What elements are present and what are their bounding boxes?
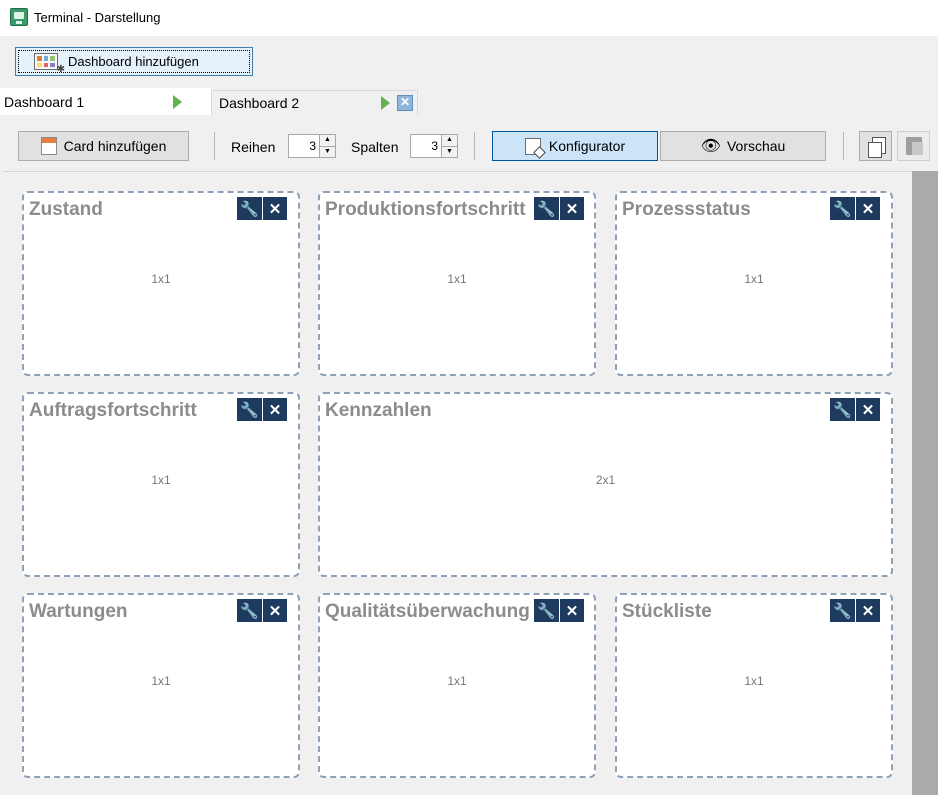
- rows-decrease-icon[interactable]: ▼: [320, 146, 335, 157]
- columns-increase-icon[interactable]: ▲: [442, 135, 457, 147]
- card-size: 1x1: [744, 272, 764, 286]
- terminal-app-icon: [10, 8, 28, 26]
- card-size: 1x1: [447, 674, 467, 688]
- wrench-icon[interactable]: 🔧: [534, 197, 559, 220]
- card-title: Stückliste: [622, 601, 712, 622]
- window-title: Terminal - Darstellung: [34, 10, 161, 25]
- card-actions: 🔧 ✕: [830, 197, 880, 220]
- wrench-icon[interactable]: 🔧: [534, 599, 559, 622]
- close-icon[interactable]: ✕: [559, 599, 584, 622]
- close-icon[interactable]: ✕: [262, 197, 287, 220]
- tab-dashboard-2[interactable]: Dashboard 2 ✕: [211, 90, 418, 115]
- add-card-icon: [40, 137, 57, 155]
- rows-spinner[interactable]: 3 ▲ ▼: [288, 134, 336, 158]
- close-icon[interactable]: ✕: [855, 599, 880, 622]
- card-title: Qualitätsüberwachung: [325, 601, 530, 622]
- close-tab-icon[interactable]: ✕: [397, 95, 413, 111]
- close-icon[interactable]: ✕: [559, 197, 584, 220]
- columns-value[interactable]: 3: [411, 139, 441, 153]
- card-produktionsfortschritt[interactable]: Produktionsfortschritt 🔧 ✕ 1x1: [318, 191, 596, 376]
- card-prozessstatus[interactable]: Prozessstatus 🔧 ✕ 1x1: [615, 191, 893, 376]
- configurator-icon: [524, 137, 541, 155]
- columns-label: Spalten: [351, 139, 399, 155]
- card-zustand[interactable]: Zustand 🔧 ✕ 1x1: [22, 191, 300, 376]
- card-size: 1x1: [447, 272, 467, 286]
- configurator-label: Konfigurator: [548, 138, 626, 154]
- wrench-icon[interactable]: 🔧: [237, 398, 262, 421]
- wrench-icon[interactable]: 🔧: [830, 599, 855, 622]
- toolbar-separator: [474, 132, 475, 160]
- columns-decrease-icon[interactable]: ▼: [442, 146, 457, 157]
- wrench-icon[interactable]: 🔧: [237, 599, 262, 622]
- play-arrow-icon[interactable]: [173, 95, 182, 109]
- toolbar-separator: [843, 132, 844, 160]
- columns-spinner[interactable]: 3 ▲ ▼: [410, 134, 458, 158]
- card-kennzahlen[interactable]: Kennzahlen 🔧 ✕ 2x1: [318, 392, 893, 577]
- rows-value[interactable]: 3: [289, 139, 319, 153]
- card-actions: 🔧 ✕: [237, 197, 287, 220]
- add-dashboard-button[interactable]: ✱ Dashboard hinzufügen: [15, 47, 253, 76]
- card-actions: 🔧 ✕: [237, 599, 287, 622]
- add-dashboard-label: Dashboard hinzufügen: [68, 54, 199, 69]
- close-icon[interactable]: ✕: [855, 398, 880, 421]
- wrench-icon[interactable]: 🔧: [237, 197, 262, 220]
- card-actions: 🔧 ✕: [534, 599, 584, 622]
- card-size: 1x1: [744, 674, 764, 688]
- card-size: 1x1: [151, 473, 171, 487]
- card-actions: 🔧 ✕: [830, 398, 880, 421]
- tab-label: Dashboard 1: [4, 94, 85, 110]
- wrench-icon[interactable]: 🔧: [830, 197, 855, 220]
- card-title: Kennzahlen: [325, 400, 432, 421]
- copy-button[interactable]: [859, 131, 892, 161]
- close-icon[interactable]: ✕: [262, 398, 287, 421]
- configurator-button[interactable]: Konfigurator: [492, 131, 658, 161]
- card-wartungen[interactable]: Wartungen 🔧 ✕ 1x1: [22, 593, 300, 778]
- add-card-button[interactable]: Card hinzufügen: [18, 131, 189, 161]
- tab-label: Dashboard 2: [219, 95, 300, 111]
- preview-button[interactable]: 👁 Vorschau: [660, 131, 826, 161]
- dashboard-tabs: Dashboard 1 Dashboard 2 ✕: [0, 88, 938, 116]
- toolbar-separator: [214, 132, 215, 160]
- eye-icon: 👁: [700, 138, 721, 155]
- close-icon[interactable]: ✕: [262, 599, 287, 622]
- card-stueckliste[interactable]: Stückliste 🔧 ✕ 1x1: [615, 593, 893, 778]
- wrench-icon[interactable]: 🔧: [830, 398, 855, 421]
- card-actions: 🔧 ✕: [237, 398, 287, 421]
- paste-icon: [906, 137, 923, 155]
- card-actions: 🔧 ✕: [534, 197, 584, 220]
- rows-label: Reihen: [231, 139, 276, 155]
- add-card-label: Card hinzufügen: [63, 138, 167, 154]
- card-qualitaetsueberwachung[interactable]: Qualitätsüberwachung 🔧 ✕ 1x1: [318, 593, 596, 778]
- paste-button[interactable]: [897, 131, 930, 161]
- rows-increase-icon[interactable]: ▲: [320, 135, 335, 147]
- card-title: Produktionsfortschritt: [325, 199, 526, 220]
- card-actions: 🔧 ✕: [830, 599, 880, 622]
- card-title: Prozessstatus: [622, 199, 751, 220]
- card-title: Zustand: [29, 199, 103, 220]
- play-arrow-icon[interactable]: [381, 96, 390, 110]
- card-size: 1x1: [151, 674, 171, 688]
- toolbar: Card hinzufügen Reihen 3 ▲ ▼ Spalten 3 ▲…: [0, 115, 938, 171]
- close-icon[interactable]: ✕: [855, 197, 880, 220]
- card-title: Auftragsfortschritt: [29, 400, 197, 421]
- copy-icon: [868, 137, 886, 158]
- vertical-scrollbar[interactable]: [912, 171, 938, 795]
- card-size: 2x1: [595, 473, 616, 487]
- card-auftragsfortschritt[interactable]: Auftragsfortschritt 🔧 ✕ 1x1: [22, 392, 300, 577]
- card-size: 1x1: [151, 272, 171, 286]
- tab-dashboard-1[interactable]: Dashboard 1: [0, 88, 211, 116]
- title-bar: Terminal - Darstellung: [0, 0, 938, 36]
- card-title: Wartungen: [29, 601, 128, 622]
- dashboard-grid-icon: ✱: [34, 53, 65, 75]
- preview-label: Vorschau: [726, 138, 786, 154]
